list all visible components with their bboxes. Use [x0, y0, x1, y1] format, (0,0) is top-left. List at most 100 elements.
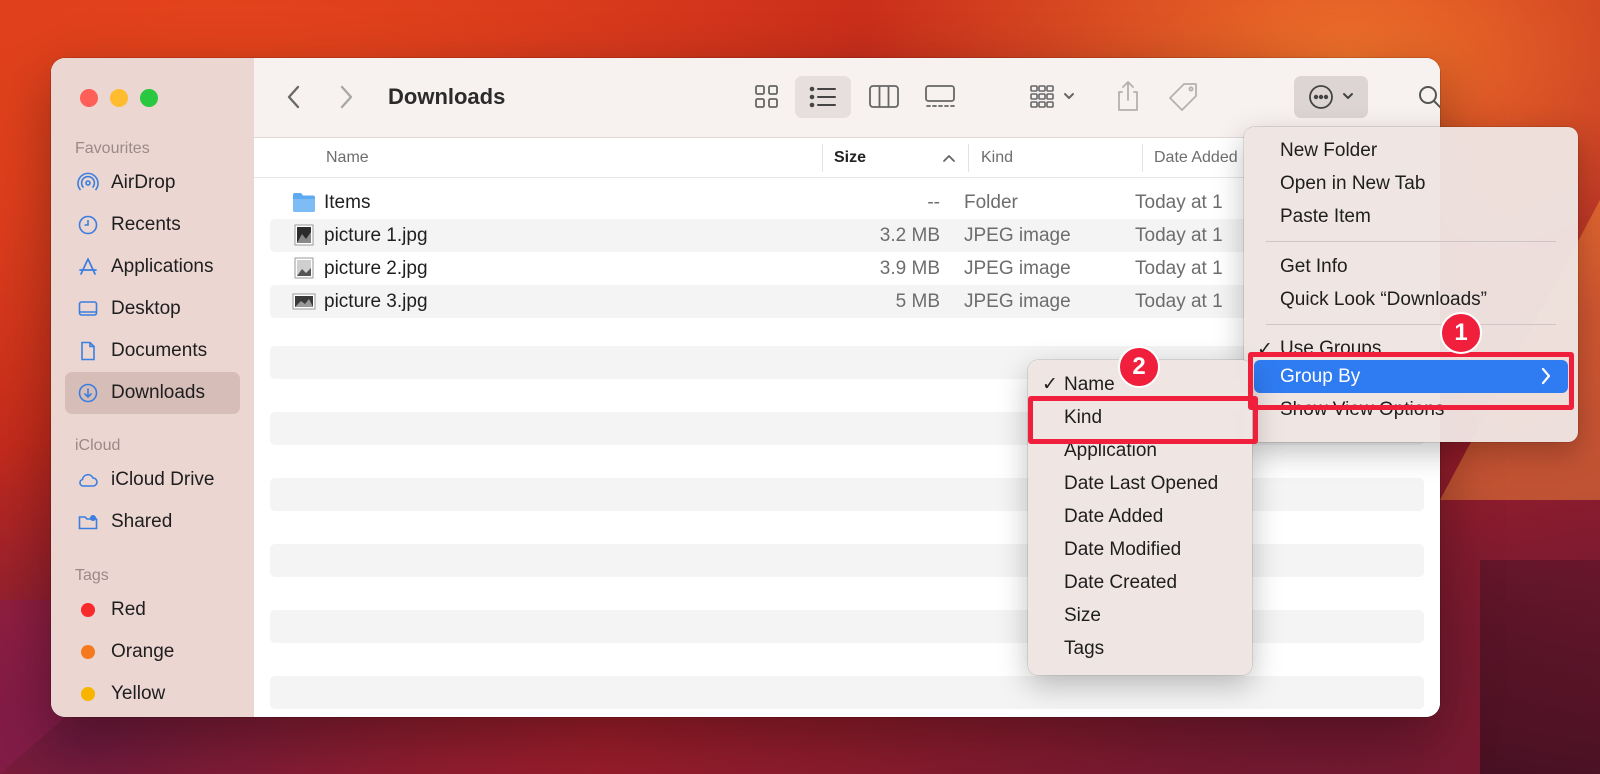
sidebar-tag-yellow[interactable]: Yellow — [65, 673, 240, 715]
file-date-added: Today at 1 — [1135, 258, 1223, 279]
menu-item-quick-look[interactable]: Quick Look “Downloads” — [1244, 283, 1578, 316]
menu-item-label: Quick Look “Downloads” — [1280, 288, 1487, 310]
file-name: picture 1.jpg — [324, 225, 428, 246]
group-button[interactable] — [1024, 76, 1084, 118]
column-divider[interactable] — [822, 144, 823, 172]
sidebar-item-label: Desktop — [111, 298, 181, 319]
sidebar-item-label: Yellow — [111, 683, 166, 704]
menu-separator — [1266, 241, 1556, 242]
submenu-item-date-added[interactable]: Date Added — [1028, 500, 1252, 533]
menu-item-label: Date Last Opened — [1064, 472, 1219, 494]
submenu-item-date-last-opened[interactable]: Date Last Opened — [1028, 467, 1252, 500]
sidebar-section-tags: Tags — [75, 567, 109, 584]
sort-ascending-icon[interactable] — [942, 152, 956, 164]
share-button[interactable] — [1108, 76, 1148, 118]
icon-view-button[interactable] — [739, 76, 795, 118]
menu-item-paste-item[interactable]: Paste Item — [1244, 200, 1578, 233]
column-divider[interactable] — [1142, 144, 1143, 172]
submenu-item-size[interactable]: Size — [1028, 599, 1252, 632]
back-button[interactable] — [282, 80, 306, 114]
sidebar-item-downloads[interactable]: Downloads — [65, 372, 240, 414]
file-kind: Folder — [964, 192, 1018, 213]
sidebar-item-icloud-drive[interactable]: iCloud Drive — [65, 459, 240, 501]
search-icon — [1419, 86, 1440, 109]
tag-dot — [81, 603, 95, 617]
folder-icon — [293, 193, 315, 212]
more-actions-button[interactable] — [1294, 76, 1368, 118]
file-date-added: Today at 1 — [1135, 291, 1223, 312]
list-view-button[interactable] — [795, 76, 851, 118]
sidebar-item-shared[interactable]: Shared — [65, 501, 240, 543]
menu-item-get-info[interactable]: Get Info — [1244, 250, 1578, 283]
minimize-window-button[interactable] — [110, 89, 128, 107]
file-kind: JPEG image — [964, 225, 1071, 246]
menu-item-label: Date Created — [1064, 571, 1178, 593]
file-date-added: Today at 1 — [1135, 192, 1223, 213]
submenu-item-date-modified[interactable]: Date Modified — [1028, 533, 1252, 566]
share-icon — [1118, 81, 1138, 111]
list-icon — [809, 86, 836, 108]
sidebar-item-label: iCloud Drive — [111, 469, 215, 490]
file-size: 3.2 MB — [879, 225, 940, 246]
column-name[interactable]: Name — [326, 149, 369, 167]
chevron-right-icon — [340, 85, 353, 109]
clock-icon — [77, 214, 99, 236]
sidebar-item-label: Applications — [111, 256, 214, 277]
sidebar-item-applications[interactable]: Applications — [65, 246, 240, 288]
menu-item-use-groups[interactable]: ✓ Use Groups — [1244, 332, 1578, 354]
gallery-view-button[interactable] — [912, 76, 968, 118]
image-file-icon — [294, 224, 314, 246]
window-title: Downloads — [388, 84, 506, 109]
image-file-icon — [294, 257, 314, 279]
annotation-highlight-group-by — [1248, 352, 1574, 410]
sidebar-item-desktop[interactable]: Desktop — [65, 288, 240, 330]
menu-item-label: Date Modified — [1064, 538, 1182, 560]
tag-button[interactable] — [1162, 76, 1206, 118]
search-button[interactable] — [1410, 76, 1440, 118]
menu-item-label: Open in New Tab — [1280, 172, 1426, 194]
sidebar-item-airdrop[interactable]: AirDrop — [65, 162, 240, 204]
empty-row-stripe — [270, 676, 1424, 709]
sidebar-tag-orange[interactable]: Orange — [65, 631, 240, 673]
shared-folder-icon — [77, 511, 99, 533]
sidebar-item-label: Downloads — [111, 382, 205, 403]
sidebar-item-documents[interactable]: Documents — [65, 330, 240, 372]
column-divider[interactable] — [968, 144, 969, 172]
file-name: Items — [324, 192, 371, 213]
sidebar-item-label: Documents — [111, 340, 208, 361]
file-size: 5 MB — [895, 291, 940, 312]
sidebar-item-label: Red — [111, 599, 146, 620]
menu-item-label: Name — [1064, 373, 1115, 395]
file-date-added: Today at 1 — [1135, 225, 1223, 246]
download-icon — [77, 382, 99, 404]
column-size[interactable]: Size — [834, 149, 866, 167]
airdrop-icon — [77, 172, 99, 194]
submenu-item-tags[interactable]: Tags — [1028, 632, 1252, 665]
column-kind[interactable]: Kind — [981, 149, 1013, 167]
group-grid-icon — [1030, 85, 1074, 108]
menu-separator — [1266, 324, 1556, 325]
wallpaper-shape — [1480, 560, 1600, 774]
submenu-item-date-created[interactable]: Date Created — [1028, 566, 1252, 599]
forward-button[interactable] — [334, 80, 358, 114]
column-view-button[interactable] — [856, 76, 912, 118]
document-icon — [77, 340, 99, 362]
annotation-badge-1: 1 — [1440, 312, 1482, 354]
sidebar-tag-red[interactable]: Red — [65, 589, 240, 631]
close-window-button[interactable] — [80, 89, 98, 107]
menu-item-new-folder[interactable]: New Folder — [1244, 134, 1578, 167]
menu-item-label: Date Added — [1064, 505, 1164, 527]
tag-dot — [81, 645, 95, 659]
sidebar-item-label: AirDrop — [111, 172, 176, 193]
sidebar-item-recents[interactable]: Recents — [65, 204, 240, 246]
zoom-window-button[interactable] — [140, 89, 158, 107]
sidebar-item-label: Shared — [111, 511, 173, 532]
column-date-added[interactable]: Date Added — [1154, 149, 1238, 167]
menu-item-open-new-tab[interactable]: Open in New Tab — [1244, 167, 1578, 200]
cloud-icon — [77, 469, 99, 491]
tag-icon — [1169, 83, 1197, 111]
chevron-left-icon — [287, 85, 300, 109]
sidebar-item-label: Recents — [111, 214, 181, 235]
file-name: picture 3.jpg — [324, 291, 428, 312]
menu-item-label: Tags — [1064, 637, 1105, 659]
